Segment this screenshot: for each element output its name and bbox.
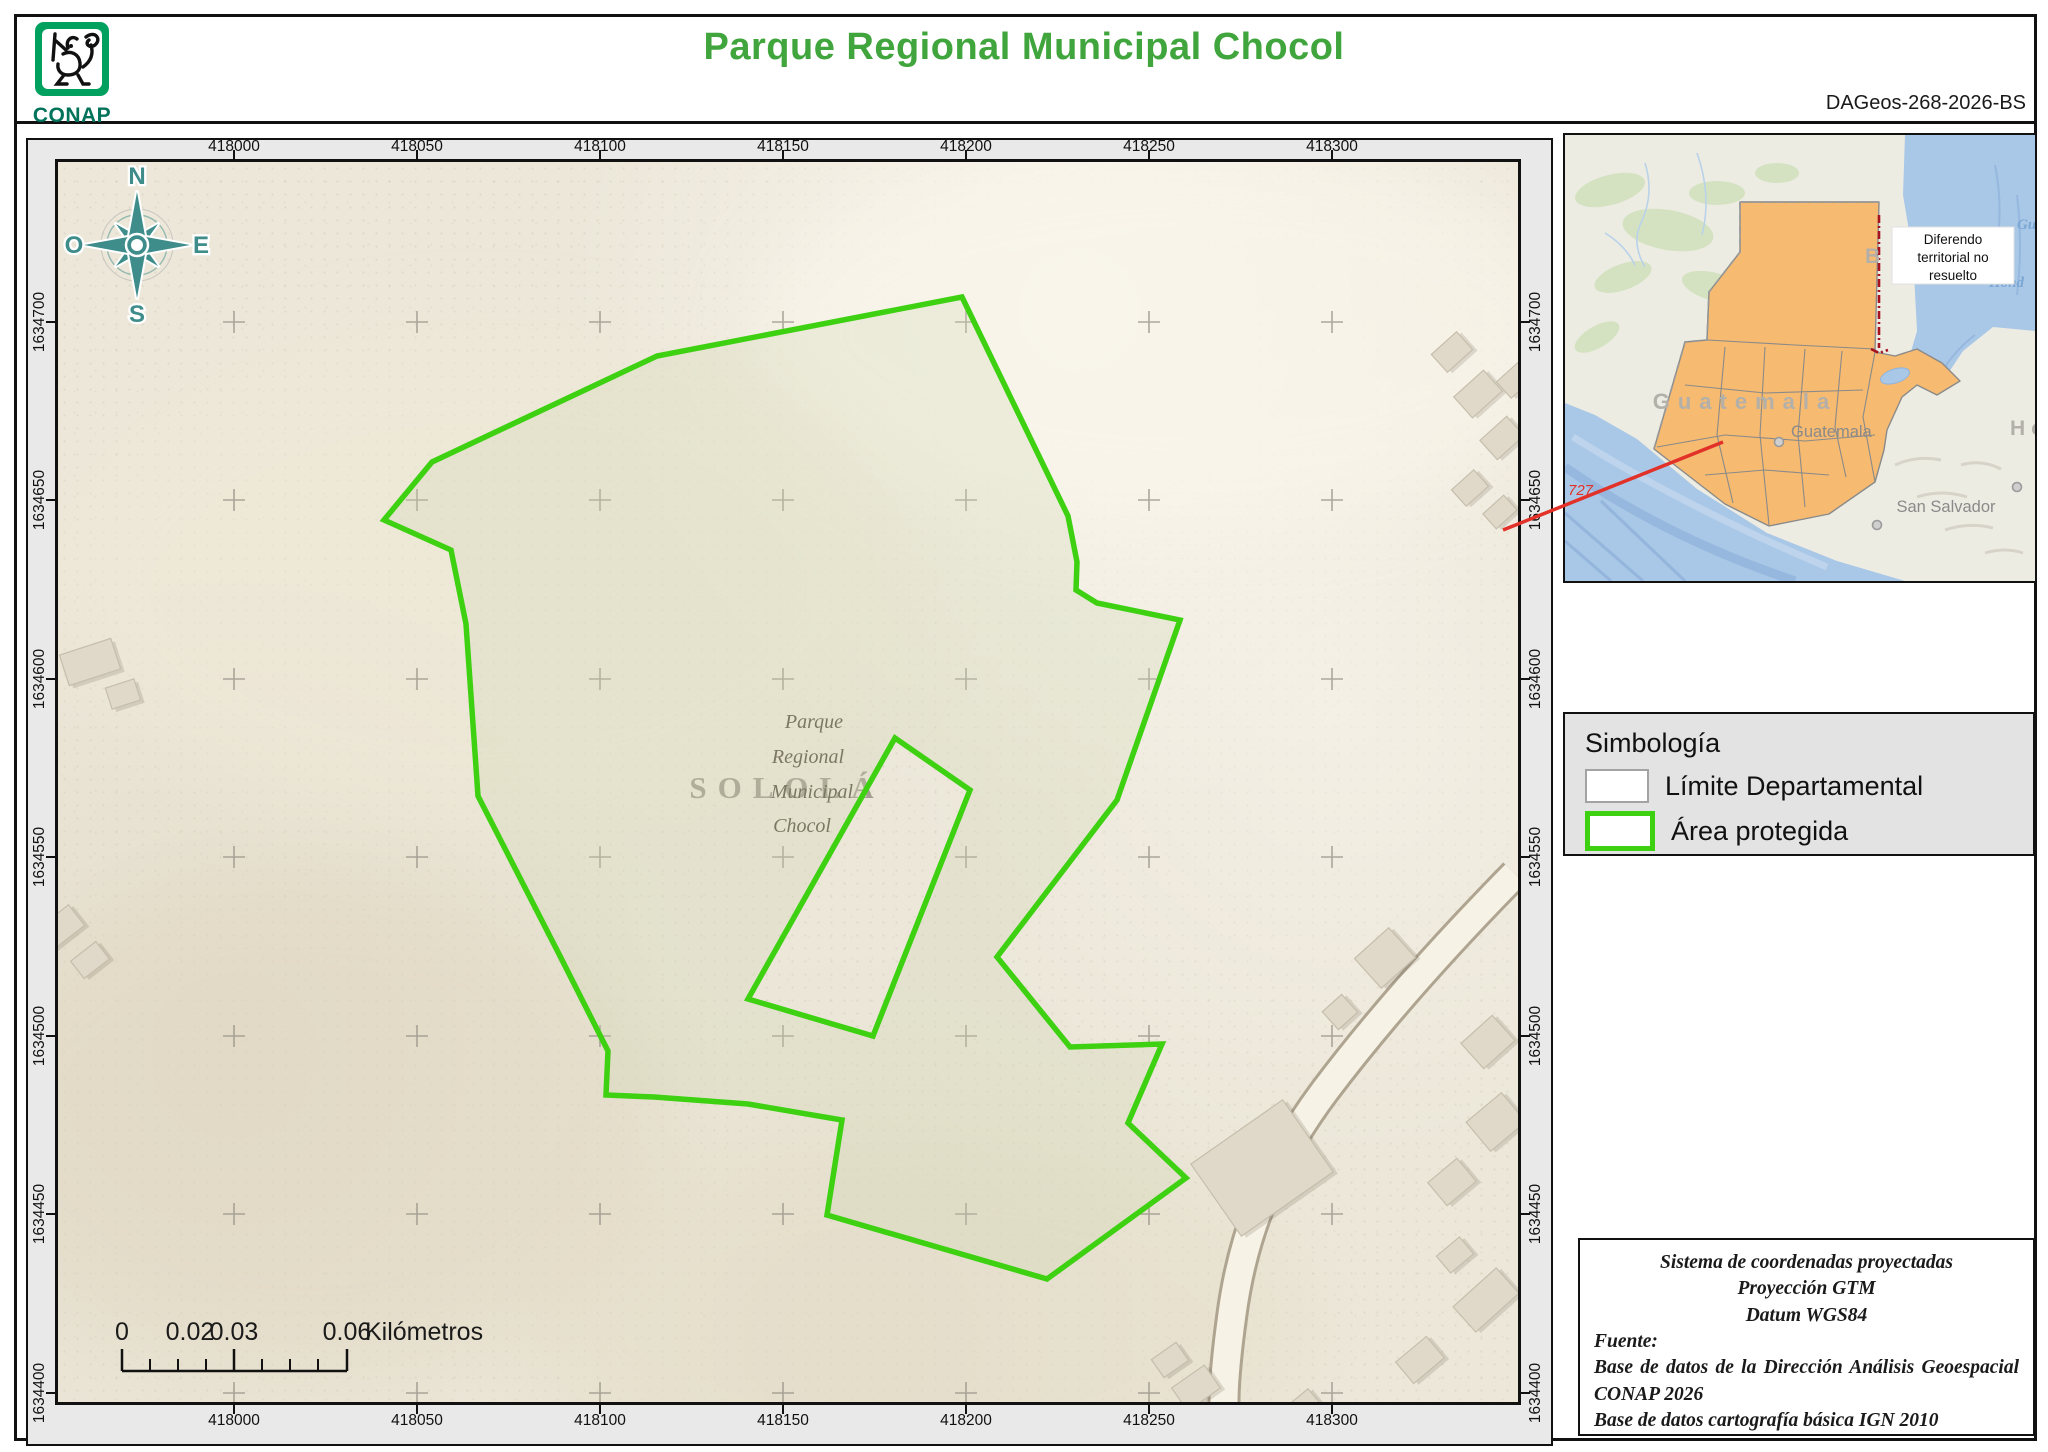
building [1482,494,1518,530]
legend-item-protected: Área protegida [1585,811,2033,851]
grid-cross-icon [1321,846,1343,868]
y-axis-tick [1521,321,1530,323]
y-axis-tick [1521,1213,1530,1215]
grid-cross-icon [1321,1203,1343,1225]
x-axis-tick [416,150,418,159]
x-axis-label-bottom: 418300 [1306,1412,1358,1429]
x-axis-tick [233,150,235,159]
x-axis-tick [782,150,784,159]
x-axis-tick [416,1405,418,1414]
grid-cross-icon [223,311,245,333]
source-line-1: Base de datos de la Dirección Análisis G… [1594,1357,2019,1405]
y-axis-tick [1521,856,1530,858]
svg-text:resuelto: resuelto [1929,268,1977,283]
svg-text:Kilómetros: Kilómetros [365,1318,483,1346]
y-axis-tick [1521,1035,1530,1037]
y-axis-tick [46,1392,55,1394]
x-axis-label-bottom: 418150 [757,1412,809,1429]
inset-note: Diferendo territorial no resuelto [1891,226,2015,285]
datum-line: Datum WGS84 [1745,1304,1868,1326]
grid-cross-icon [406,1382,428,1402]
grid-cross-icon [1321,668,1343,690]
svg-text:0: 0 [115,1318,129,1346]
grid-cross-icon [1321,1382,1343,1402]
grid-cross-icon [589,311,611,333]
x-axis-label-bottom: 418000 [208,1412,260,1429]
svg-text:0.02: 0.02 [166,1318,215,1346]
grid-cross-icon [1138,846,1160,868]
compass-e: E [193,232,209,259]
legend-title: Simbología [1585,728,1721,758]
y-axis-tick [46,499,55,501]
source-line-2: Base de datos cartografía básica IGN 201… [1594,1409,1939,1431]
credits-box: Sistema de coordenadas proyectadas Proye… [1578,1238,2035,1436]
y-axis-tick [46,321,55,323]
x-axis-label-bottom: 418050 [391,1412,443,1429]
departmental-swatch-icon [1585,769,1649,803]
y-axis-tick [1521,1392,1530,1394]
building [1460,1014,1518,1070]
legend: Simbología Límite Departamental Área pro… [1563,712,2035,856]
x-axis-tick [782,1405,784,1414]
compass-rose: N E S O [62,162,211,330]
grid-cross-icon [406,311,428,333]
x-axis-tick [965,150,967,159]
y-axis-tick [46,1035,55,1037]
x-axis-label-bottom: 418250 [1123,1412,1175,1429]
x-axis-tick [1331,1405,1333,1414]
inset-country-label: Guatemala [1653,389,1838,414]
x-axis-tick [233,1405,235,1414]
x-axis-label-bottom: 418200 [940,1412,992,1429]
map-sheet: { "header": { "logo_text": "CONAP", "tit… [0,0,2048,1452]
inset-city-dot [1773,436,1785,448]
inset-city-label: Guatemala [1791,423,1873,441]
map-graphics: SOLOLÁ Parque Regional Municipal Chocol … [58,162,1518,1402]
inset-city3-dot [2011,481,2023,493]
grid-cross-icon [223,846,245,868]
compass-n: N [128,163,145,190]
compass-s: S [129,301,145,328]
building [1452,1267,1518,1334]
crs-line: Sistema de coordenadas proyectadas [1659,1252,1953,1273]
x-axis-tick [1148,150,1150,159]
x-axis-tick [599,150,601,159]
legend-item-departmental: Límite Departamental [1585,769,2033,803]
y-axis-tick [46,678,55,680]
inset-sea-label-1: Gu [2017,217,2035,233]
x-axis-tick [1148,1405,1150,1414]
source-heading: Fuente: [1594,1330,1658,1352]
inset-city2-label: San Salvador [1896,498,1996,516]
compass-w: O [65,232,84,259]
building [1465,1091,1518,1153]
building [1435,1236,1479,1275]
svg-text:Diferendo: Diferendo [1924,232,1983,247]
x-axis-tick [599,1405,601,1414]
inset-red-ref: 727 [1568,482,1594,499]
x-axis-label-bottom: 418100 [574,1412,626,1429]
x-axis-tick [965,1405,967,1414]
conap-logo-text: CONAP [32,104,112,127]
grid-cross-icon [223,1382,245,1402]
protected-swatch-icon [1585,811,1655,851]
grid-cross-icon [406,846,428,868]
header-divider [14,121,2034,124]
y-axis-tick [46,856,55,858]
page-title: Parque Regional Municipal Chocol [703,26,1345,68]
projection-line: Proyección GTM [1737,1278,1876,1300]
building [1426,1157,1482,1207]
svg-text:0.03: 0.03 [210,1318,259,1346]
y-axis-tick [46,1213,55,1215]
inset-belize-label: B [1865,245,1880,268]
inset-map: Guatemala Guatemala San Salvador Ho B Gu… [1562,133,2044,586]
inset-honduras-label: Ho [2010,417,2035,440]
building [1394,1335,1450,1385]
document-code: DAGeos-268-2026-BS [1825,92,2026,114]
y-axis-tick [1521,678,1530,680]
building [1450,468,1494,508]
x-axis-tick [1331,150,1333,159]
y-axis-tick [1521,499,1530,501]
svg-text:territorial no: territorial no [1917,250,1988,265]
inset-city2-dot [1871,519,1883,531]
